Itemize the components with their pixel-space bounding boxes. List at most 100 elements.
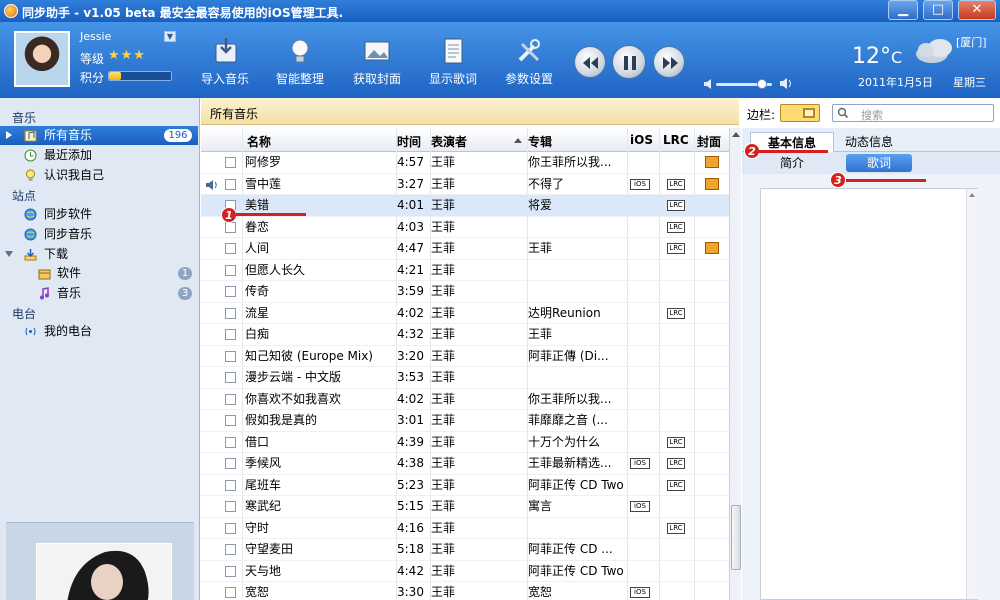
- volume-high-icon: [780, 78, 791, 89]
- song-artist: 王菲: [431, 176, 456, 191]
- column-ios[interactable]: iOS: [630, 133, 653, 147]
- row-checkbox[interactable]: [225, 587, 236, 598]
- tab-basic-info[interactable]: 基本信息: [750, 132, 834, 152]
- row-checkbox[interactable]: [225, 157, 236, 168]
- sidebar-item-download-software[interactable]: 软件 1: [0, 264, 198, 283]
- sidebar-item-sync-music[interactable]: 同步音乐: [0, 225, 198, 244]
- table-row[interactable]: 流星 4:02 王菲 达明Reunion LRC: [201, 303, 729, 324]
- volume-slider-handle[interactable]: [757, 79, 768, 89]
- row-checkbox[interactable]: [225, 501, 236, 512]
- row-checkbox[interactable]: [225, 393, 236, 405]
- table-row[interactable]: 尾班车 5:23 王菲 阿菲正传 CD Two LRC: [201, 475, 729, 496]
- ios-badge-icon: iOS: [630, 587, 650, 598]
- song-name: 知己知彼 (Europe Mix): [245, 348, 373, 363]
- song-artist: 王菲: [431, 155, 456, 169]
- lyrics-scrollbar[interactable]: [966, 189, 978, 599]
- sidebar-item-know-myself[interactable]: 认识我自己: [0, 166, 198, 185]
- column-lrc[interactable]: LRC: [663, 133, 689, 147]
- row-checkbox[interactable]: [225, 264, 236, 276]
- smart-organize-button[interactable]: 智能整理: [275, 36, 325, 94]
- row-checkbox[interactable]: [225, 372, 236, 383]
- row-checkbox[interactable]: [225, 286, 236, 297]
- weather-city-link[interactable]: [厦门]: [956, 34, 987, 50]
- table-row[interactable]: 白痴 4:32 王菲 王菲: [201, 324, 729, 346]
- row-checkbox[interactable]: [225, 565, 236, 577]
- sidebar-item-recent-added[interactable]: 最近添加: [0, 146, 198, 165]
- row-checkbox[interactable]: [225, 544, 236, 555]
- minimize-button[interactable]: ▁: [888, 0, 918, 20]
- sidebar-toggle-button[interactable]: [780, 104, 820, 122]
- table-row[interactable]: 人间 4:47 王菲 王菲 LRC: [201, 238, 729, 260]
- sidebar-item-download[interactable]: 下载: [0, 245, 198, 264]
- table-row[interactable]: 寒武纪 5:15 王菲 寓言 iOS: [201, 496, 729, 518]
- row-checkbox[interactable]: [225, 350, 236, 362]
- subtab-lyrics[interactable]: 歌词: [846, 154, 912, 172]
- table-row[interactable]: 假如我是真的 3:01 王菲 菲靡靡之音 (...: [201, 410, 729, 432]
- table-row[interactable]: 漫步云端 - 中文版 3:53 王菲: [201, 367, 729, 389]
- row-checkbox[interactable]: [225, 243, 236, 254]
- table-row[interactable]: 守时 4:16 王菲 LRC: [201, 518, 729, 539]
- song-artist: 王菲: [431, 370, 456, 384]
- pause-button[interactable]: [612, 45, 646, 79]
- column-name[interactable]: 名称: [247, 133, 271, 150]
- close-button[interactable]: ✕: [958, 0, 996, 20]
- volume-low-icon: [704, 79, 711, 89]
- sidebar-item-all-music[interactable]: 所有音乐 196: [0, 126, 198, 145]
- sidebar-section-radio: 电台: [12, 307, 37, 321]
- table-row[interactable]: 雪中莲 3:27 王菲 不得了 iOS LRC: [201, 174, 729, 195]
- import-music-button[interactable]: 导入音乐: [200, 36, 250, 94]
- row-checkbox[interactable]: [225, 178, 236, 190]
- table-row[interactable]: 季候风 4:38 王菲 王菲最新精选... iOS LRC: [201, 453, 729, 475]
- scrollbar-thumb[interactable]: [731, 505, 741, 570]
- scroll-up-icon[interactable]: [969, 193, 975, 197]
- song-name: 传奇: [245, 284, 270, 298]
- table-row[interactable]: 守望麦田 5:18 王菲 阿菲正传 CD ...: [201, 539, 729, 561]
- weather-date: 2011年1月5日: [858, 76, 933, 89]
- points-fill: [109, 72, 122, 80]
- tab-dynamic-info[interactable]: 动态信息: [836, 132, 902, 152]
- table-row[interactable]: 眷恋 4:03 王菲 LRC: [201, 217, 729, 238]
- show-lyrics-button[interactable]: 显示歌词: [428, 36, 478, 94]
- sidebar-item-my-radio[interactable]: 我的电台: [0, 322, 198, 341]
- row-checkbox[interactable]: [225, 436, 236, 448]
- row-checkbox[interactable]: [225, 329, 236, 340]
- table-row[interactable]: 天与地 4:42 王菲 阿菲正传 CD Two: [201, 561, 729, 582]
- settings-button[interactable]: 参数设置: [504, 36, 554, 94]
- song-time: 3:30: [397, 585, 424, 599]
- user-dropdown-icon[interactable]: ▼: [164, 31, 176, 42]
- song-album: 阿菲正传 CD ...: [528, 542, 613, 556]
- column-time[interactable]: 时间: [397, 133, 421, 150]
- globe-icon: [24, 208, 37, 221]
- previous-button[interactable]: [574, 46, 606, 78]
- scroll-up-icon[interactable]: [732, 132, 740, 137]
- get-cover-button[interactable]: 获取封面: [352, 36, 402, 94]
- table-row[interactable]: 但愿人长久 4:21 王菲: [201, 260, 729, 281]
- username: Jessie: [80, 30, 112, 43]
- column-album[interactable]: 专辑: [528, 133, 552, 150]
- subtab-intro[interactable]: 简介: [772, 154, 812, 172]
- sidebar-item-download-music[interactable]: 音乐 3: [0, 284, 198, 303]
- table-row[interactable]: 借口 4:39 王菲 十万个为什么 LRC: [201, 432, 729, 453]
- column-cover[interactable]: 封面: [697, 133, 721, 150]
- song-album: 王菲: [528, 327, 553, 341]
- row-checkbox[interactable]: [225, 415, 236, 426]
- maximize-button[interactable]: □: [923, 0, 953, 20]
- next-button[interactable]: [653, 46, 685, 78]
- lyrics-textarea[interactable]: [760, 188, 978, 600]
- table-row[interactable]: 你喜欢不如我喜欢 4:02 王菲 你王菲所以我...: [201, 389, 729, 410]
- picture-icon: [364, 41, 390, 61]
- row-checkbox[interactable]: [225, 479, 236, 491]
- row-checkbox[interactable]: [225, 458, 236, 469]
- avatar[interactable]: [14, 31, 70, 87]
- sidebar-item-sync-software[interactable]: 同步软件: [0, 205, 198, 224]
- row-checkbox[interactable]: [225, 522, 236, 534]
- table-row[interactable]: 传奇 3:59 王菲: [201, 281, 729, 303]
- table-row[interactable]: 阿修罗 4:57 王菲 你王菲所以我...: [201, 152, 729, 174]
- column-artist[interactable]: 表演者: [431, 133, 467, 150]
- cover-image-icon: [705, 177, 719, 190]
- table-row[interactable]: 知己知彼 (Europe Mix) 3:20 王菲 阿菲正傳 (Di...: [201, 346, 729, 367]
- song-list-scrollbar[interactable]: [729, 128, 741, 600]
- search-input[interactable]: 搜索: [832, 104, 994, 122]
- table-row[interactable]: 宽恕 3:30 王菲 宽恕 iOS: [201, 582, 729, 600]
- row-checkbox[interactable]: [225, 307, 236, 319]
